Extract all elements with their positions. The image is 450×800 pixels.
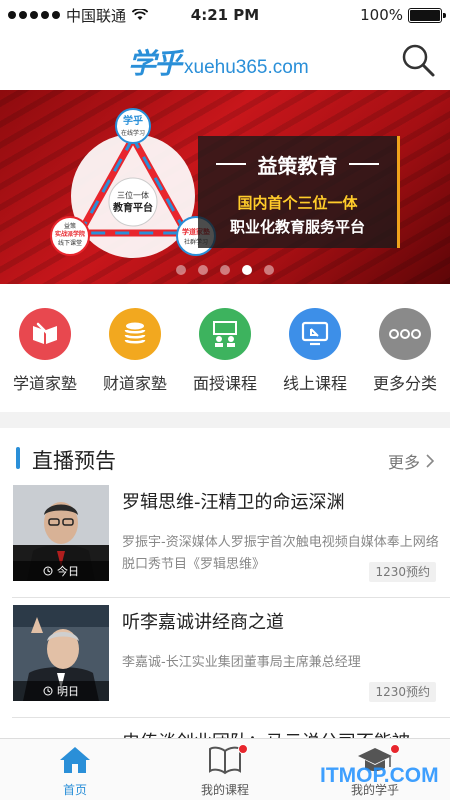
category-screen[interactable]: 线上课程: [270, 308, 360, 394]
more-icon: [379, 308, 431, 360]
reservation-count: 1230预约: [369, 682, 436, 702]
logo-chinese: 学乎: [128, 47, 182, 80]
tab-home[interactable]: 首页: [0, 739, 150, 800]
book-icon: [19, 308, 71, 360]
category-classroom[interactable]: 面授课程: [180, 308, 270, 394]
category-book[interactable]: 学道家塾: [0, 308, 90, 394]
node-left-line1: 益策: [64, 222, 76, 230]
category-more[interactable]: 更多分类: [360, 308, 450, 394]
category-label: 更多分类: [372, 374, 437, 393]
live-title: 听李嘉诚讲经商之道: [122, 612, 284, 633]
battery-icon: [408, 7, 446, 23]
carousel-dot[interactable]: [176, 265, 186, 275]
more-link[interactable]: 更多: [388, 449, 434, 473]
category-label: 学道家塾: [12, 374, 77, 393]
carousel-indicator: [0, 265, 450, 275]
live-item[interactable]: 今日 罗辑思维-汪精卫的命运深渊 罗振宇-资深媒体人罗振宇首次触电视频自媒体奉上网络…: [0, 478, 450, 598]
tab-my-courses[interactable]: 我的课程: [150, 739, 300, 800]
section-accent-bar: [16, 447, 20, 469]
center-label-2: 教育平台: [112, 201, 153, 214]
carousel-dot[interactable]: [264, 265, 274, 275]
carousel-dot[interactable]: [242, 265, 252, 275]
promo-banner[interactable]: 三位一体 教育平台 学乎 在线学习 益策 实战派学院 线下课堂 学道家塾 社群学…: [0, 90, 450, 284]
signal-strength-icon: [8, 11, 60, 19]
banner-subtitle-2: 职业化教育服务平台: [229, 218, 365, 236]
open-book-icon: [209, 746, 241, 775]
logo: 学乎 xuehu365.com: [128, 42, 309, 82]
tab-label: 首页: [62, 783, 87, 797]
search-icon: [402, 44, 435, 77]
banner-title: 益策教育: [257, 154, 338, 178]
clock-icon: [43, 566, 53, 576]
node-left-sub: 线下课堂: [58, 239, 82, 247]
banner-text-panel: 益策教育 国内首个三位一体 职业化教育服务平台: [198, 136, 400, 248]
more-label: 更多: [387, 453, 420, 472]
category-grid: 学道家塾 财道家塾 面授课程 线上课程 更多分类: [0, 284, 450, 412]
wifi-icon: [132, 9, 149, 20]
schedule-label: 今日: [57, 565, 79, 578]
classroom-icon: [199, 308, 251, 360]
tab-label: 我的课程: [200, 783, 249, 797]
search-button[interactable]: [398, 40, 438, 80]
chevron-right-icon: [426, 454, 434, 468]
watermark: ITMOP.COM: [320, 764, 439, 787]
carrier-name: 中国联通: [66, 6, 127, 25]
center-label-1: 三位一体: [117, 190, 149, 200]
node-left-line2: 实战派学院: [55, 230, 85, 238]
banner-subtitle-1: 国内首个三位一体: [237, 194, 358, 212]
live-thumbnail: 今日: [13, 485, 109, 581]
node-top-sub: 在线学习: [121, 129, 145, 137]
category-label: 线上课程: [282, 374, 347, 393]
battery-percent: 100%: [360, 6, 403, 24]
status-bar: 中国联通 4:21 PM 100%: [0, 0, 450, 30]
schedule-tag: 今日: [13, 561, 109, 581]
reservation-count: 1230预约: [369, 562, 436, 582]
section-header: 直播预告 更多: [0, 428, 450, 478]
section-title: 直播预告: [32, 449, 116, 473]
live-item[interactable]: 明日 听李嘉诚讲经商之道 李嘉诚-长江实业集团董事局主席兼总经理 1230预约: [0, 598, 450, 718]
node-top-title: 学乎: [123, 114, 143, 127]
clock-icon: [43, 686, 53, 696]
live-thumbnail: 明日: [13, 605, 109, 701]
app-header: 学乎 xuehu365.com: [0, 30, 450, 90]
home-icon: [60, 747, 90, 773]
schedule-tag: 明日: [13, 681, 109, 701]
carousel-dot[interactable]: [198, 265, 208, 275]
category-label: 面授课程: [192, 374, 257, 393]
triangle-diagram: 三位一体 教育平台 学乎 在线学习 益策 实战派学院 线下课堂 学道家塾 社群学…: [50, 108, 216, 258]
coins-icon: [109, 308, 161, 360]
live-preview-section: 直播预告 更多 今日 罗辑思维-汪精卫的命运深渊 罗振宇-资深媒体人罗振宇首次触电视…: [0, 428, 450, 738]
schedule-label: 明日: [57, 685, 79, 698]
carousel-dot[interactable]: [220, 265, 230, 275]
notification-badge: [390, 744, 400, 754]
category-coins[interactable]: 财道家塾: [90, 308, 180, 394]
logo-domain: xuehu365.com: [184, 57, 309, 78]
category-label: 财道家塾: [102, 374, 167, 393]
screen-icon: [289, 308, 341, 360]
notification-badge: [238, 744, 248, 754]
live-item[interactable]: 史传谈创业团队：马云说公司不能被: [0, 718, 450, 738]
live-title: 史传谈创业团队：马云说公司不能被: [122, 728, 442, 738]
live-title: 罗辑思维-汪精卫的命运深渊: [122, 492, 345, 513]
